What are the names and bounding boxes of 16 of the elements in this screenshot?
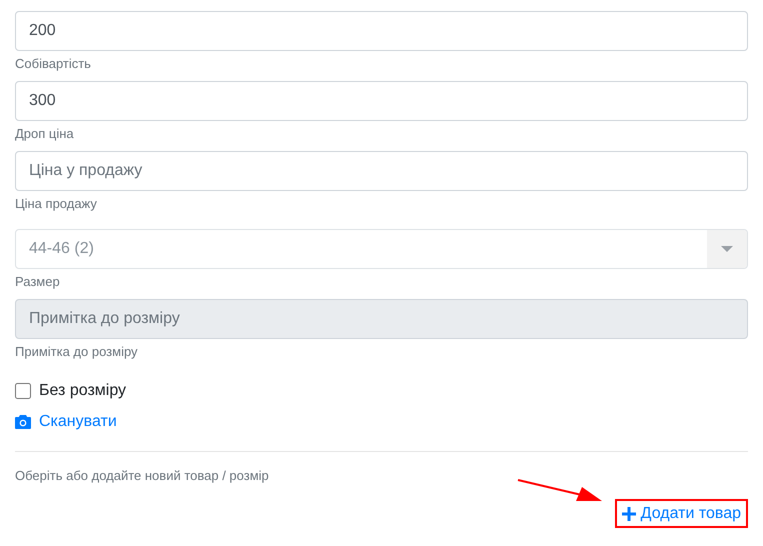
checkbox[interactable]	[15, 383, 31, 399]
field-label: Примітка до розміру	[15, 343, 139, 361]
field-label: Дроп ціна	[15, 125, 75, 143]
input-field[interactable]: 300	[15, 81, 748, 121]
input-field[interactable]: 200	[15, 11, 748, 51]
input-field[interactable]: Ціна у продажу	[15, 151, 748, 191]
camera-icon	[15, 415, 31, 429]
field-label: Ціна продажу	[15, 195, 98, 213]
field-label: Размер	[15, 273, 61, 291]
field-label: Собівартість	[15, 55, 92, 73]
scan-link[interactable]: Сканувати	[39, 410, 117, 434]
plus-icon	[622, 506, 636, 520]
checkbox-label[interactable]: Без розміру	[39, 379, 126, 403]
hint-text: Оберіть або додайте новий товар / розмір	[15, 468, 270, 483]
add-product-button[interactable]: Додати товар	[614, 499, 748, 528]
caret-icon	[721, 246, 733, 252]
